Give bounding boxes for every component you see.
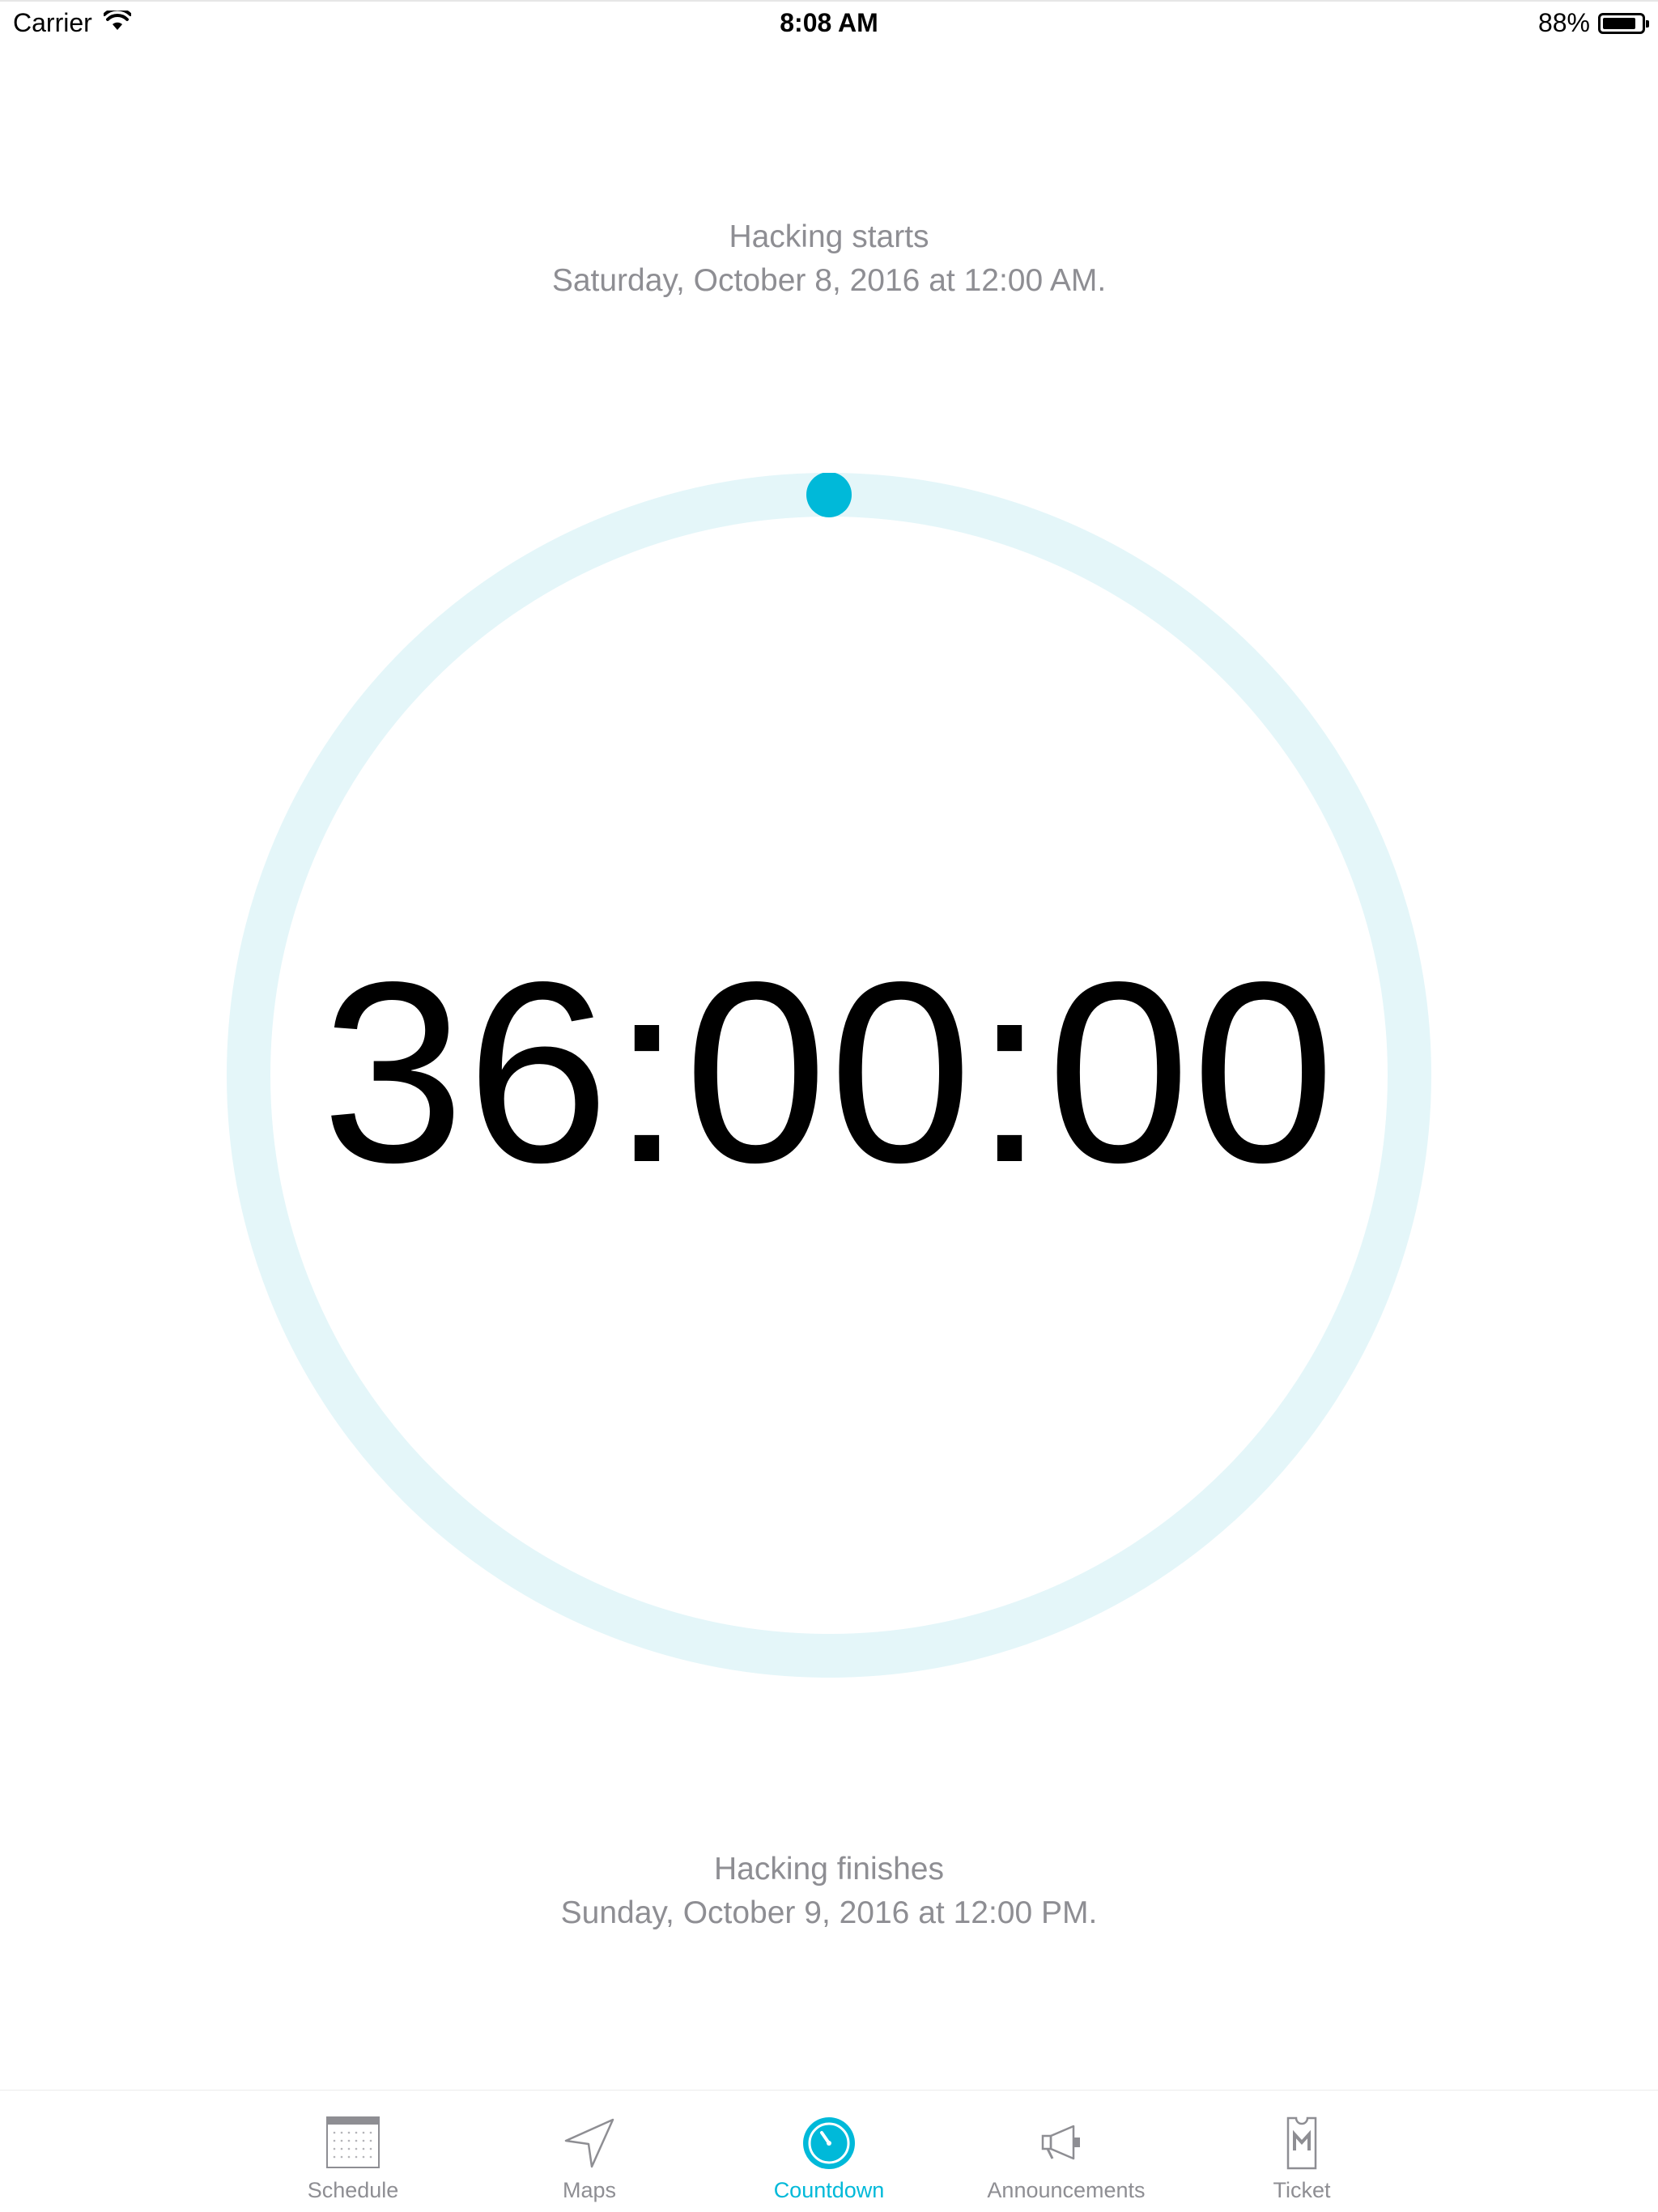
status-right: 88% — [1537, 8, 1649, 38]
tab-ticket[interactable]: Ticket — [1197, 2091, 1407, 2212]
end-datetime: Sunday, October 9, 2016 at 12:00 PM. — [560, 1895, 1098, 1930]
end-label: Hacking finishes — [714, 1852, 944, 1887]
status-bar: Carrier 8:08 AM 88% — [0, 0, 1658, 45]
countdown-timer: 36:00:00 — [321, 929, 1337, 1216]
tab-schedule[interactable]: Schedule — [248, 2091, 458, 2212]
end-info: Hacking finishes Sunday, October 9, 2016… — [0, 1848, 1658, 1935]
tab-label-announcements: Announcements — [987, 2178, 1146, 2202]
tab-bar: Schedule Maps Countdown Announcements Ti… — [0, 2090, 1658, 2212]
megaphone-icon — [1039, 2116, 1093, 2170]
tab-countdown[interactable]: Countdown — [724, 2091, 934, 2212]
calendar-icon — [326, 2116, 380, 2170]
battery-percent: 88% — [1537, 8, 1590, 37]
battery-icon — [1598, 12, 1649, 34]
battery-tip — [1646, 19, 1649, 28]
tab-label-schedule: Schedule — [307, 2178, 399, 2202]
start-datetime: Saturday, October 8, 2016 at 12:00 AM. — [551, 263, 1107, 298]
tab-announcements[interactable]: Announcements — [961, 2091, 1171, 2212]
start-label: Hacking starts — [729, 219, 929, 254]
start-info: Hacking starts Saturday, October 8, 2016… — [0, 215, 1658, 303]
navigation-arrow-icon — [563, 2116, 616, 2170]
tab-label-maps: Maps — [562, 2178, 617, 2202]
battery-fill — [1603, 17, 1636, 29]
ticket-icon — [1275, 2116, 1329, 2170]
tab-label-countdown: Countdown — [773, 2178, 885, 2202]
progress-knob[interactable] — [806, 473, 852, 517]
tab-maps[interactable]: Maps — [484, 2091, 695, 2212]
timer-icon — [802, 2116, 856, 2170]
tab-label-ticket: Ticket — [1273, 2178, 1331, 2202]
countdown-screen: Carrier 8:08 AM 88% Hacking starts Satur… — [0, 0, 1658, 2212]
status-time: 8:08 AM — [780, 8, 878, 37]
